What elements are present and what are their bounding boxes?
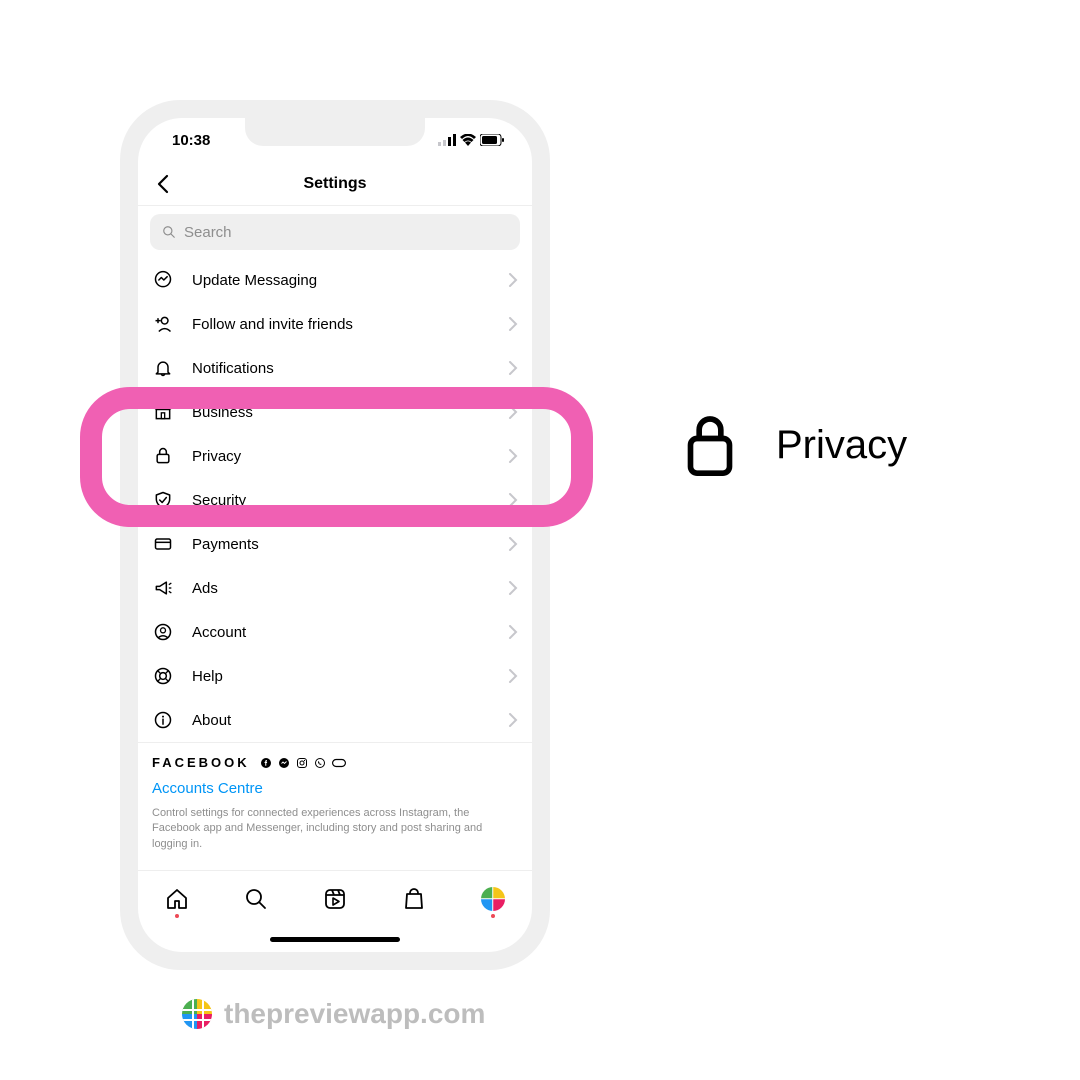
row-label: Privacy bbox=[192, 448, 490, 465]
attribution-text: thepreviewapp.com bbox=[224, 998, 485, 1030]
messenger-icon bbox=[152, 270, 174, 290]
status-time: 10:38 bbox=[172, 132, 210, 149]
chevron-right-icon bbox=[508, 361, 518, 375]
row-label: Payments bbox=[192, 536, 490, 553]
chevron-right-icon bbox=[508, 581, 518, 595]
home-indicator bbox=[138, 926, 532, 952]
chevron-right-icon bbox=[508, 669, 518, 683]
phone-frame: 10:38 Settings Search Upda bbox=[120, 100, 550, 970]
megaphone-icon bbox=[152, 578, 174, 598]
search-placeholder: Search bbox=[184, 224, 232, 241]
phone-screen: 10:38 Settings Search Upda bbox=[138, 118, 532, 952]
shopping-bag-icon bbox=[402, 887, 426, 911]
notch bbox=[245, 118, 425, 146]
row-business[interactable]: Business bbox=[138, 390, 532, 434]
row-about[interactable]: About bbox=[138, 698, 532, 742]
facebook-icon bbox=[260, 757, 272, 769]
nav-dot bbox=[175, 914, 179, 918]
facebook-app-icons bbox=[260, 757, 346, 769]
nav-shop[interactable] bbox=[401, 886, 427, 912]
chevron-right-icon bbox=[508, 273, 518, 287]
oculus-small-icon bbox=[332, 758, 346, 768]
lock-icon bbox=[152, 446, 174, 466]
nav-profile[interactable] bbox=[480, 886, 506, 912]
battery-icon bbox=[480, 134, 504, 146]
search-icon bbox=[244, 887, 268, 911]
nav-dot bbox=[491, 914, 495, 918]
search-icon bbox=[162, 225, 176, 239]
chevron-right-icon bbox=[508, 493, 518, 507]
row-payments[interactable]: Payments bbox=[138, 522, 532, 566]
row-label: Security bbox=[192, 492, 490, 509]
chevron-right-icon bbox=[508, 449, 518, 463]
add-person-icon bbox=[152, 314, 174, 334]
row-follow-invite[interactable]: Follow and invite friends bbox=[138, 302, 532, 346]
chevron-right-icon bbox=[508, 713, 518, 727]
row-label: Account bbox=[192, 624, 490, 641]
row-security[interactable]: Security bbox=[138, 478, 532, 522]
card-icon bbox=[152, 534, 174, 554]
search-input[interactable]: Search bbox=[150, 214, 520, 250]
nav-search[interactable] bbox=[243, 886, 269, 912]
row-label: Update Messaging bbox=[192, 272, 490, 289]
back-button[interactable] bbox=[152, 172, 176, 196]
shield-icon bbox=[152, 490, 174, 510]
nav-home[interactable] bbox=[164, 886, 190, 912]
facebook-brand-label: FACEBOOK bbox=[152, 755, 250, 770]
user-icon bbox=[152, 622, 174, 642]
previewapp-logo-icon bbox=[182, 999, 212, 1029]
lifebuoy-icon bbox=[152, 666, 174, 686]
row-label: Help bbox=[192, 668, 490, 685]
chevron-right-icon bbox=[508, 405, 518, 419]
bottom-nav bbox=[138, 870, 532, 926]
cellular-icon bbox=[438, 134, 456, 146]
profile-avatar-icon bbox=[481, 887, 505, 911]
row-label: Ads bbox=[192, 580, 490, 597]
row-label: Follow and invite friends bbox=[192, 316, 490, 333]
chevron-right-icon bbox=[508, 537, 518, 551]
facebook-description: Control settings for connected experienc… bbox=[152, 806, 518, 852]
attribution: thepreviewapp.com bbox=[182, 998, 485, 1030]
row-label: About bbox=[192, 712, 490, 729]
messenger-small-icon bbox=[278, 757, 290, 769]
chevron-right-icon bbox=[508, 625, 518, 639]
row-privacy[interactable]: Privacy bbox=[138, 434, 532, 478]
facebook-section: FACEBOOK Accounts Centre Control setting… bbox=[138, 742, 532, 860]
info-icon bbox=[152, 710, 174, 730]
row-label: Notifications bbox=[192, 360, 490, 377]
instagram-small-icon bbox=[296, 757, 308, 769]
page-title: Settings bbox=[138, 175, 532, 193]
row-update-messaging[interactable]: Update Messaging bbox=[138, 258, 532, 302]
settings-list: Update Messaging Follow and invite frien… bbox=[138, 258, 532, 870]
shop-icon bbox=[152, 402, 174, 422]
accounts-centre-link[interactable]: Accounts Centre bbox=[152, 780, 263, 797]
search-wrap: Search bbox=[138, 206, 532, 258]
chevron-left-icon bbox=[152, 172, 176, 196]
row-help[interactable]: Help bbox=[138, 654, 532, 698]
wifi-icon bbox=[460, 134, 476, 146]
row-label: Business bbox=[192, 404, 490, 421]
chevron-right-icon bbox=[508, 317, 518, 331]
reels-icon bbox=[323, 887, 347, 911]
nav-header: Settings bbox=[138, 162, 532, 206]
home-bar bbox=[270, 937, 400, 942]
bell-icon bbox=[152, 358, 174, 378]
lock-icon bbox=[684, 412, 736, 478]
row-ads[interactable]: Ads bbox=[138, 566, 532, 610]
callout-label: Privacy bbox=[776, 423, 907, 468]
facebook-brand-row: FACEBOOK bbox=[152, 755, 518, 770]
whatsapp-small-icon bbox=[314, 757, 326, 769]
nav-reels[interactable] bbox=[322, 886, 348, 912]
callout: Privacy bbox=[684, 412, 907, 478]
status-right bbox=[438, 134, 504, 146]
home-icon bbox=[165, 887, 189, 911]
row-notifications[interactable]: Notifications bbox=[138, 346, 532, 390]
row-account[interactable]: Account bbox=[138, 610, 532, 654]
